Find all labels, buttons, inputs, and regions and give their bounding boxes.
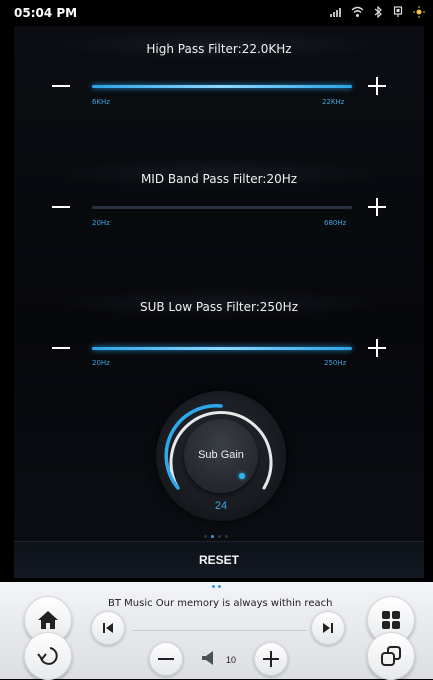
volume-up-button[interactable]	[254, 642, 288, 676]
volume-down-button[interactable]	[149, 642, 183, 676]
home-icon	[38, 611, 58, 629]
mid-band-title: MID Band Pass Filter:20Hz	[140, 172, 298, 186]
high-pass-min-label: 6KHz	[92, 98, 110, 106]
sub-low-pass-title: SUB Low Pass Filter:250Hz	[139, 300, 299, 314]
mid-band-minus-button[interactable]	[46, 192, 76, 222]
status-bar: 05:04 PM	[0, 0, 433, 26]
apps-grid-icon	[382, 611, 400, 629]
mid-band-slider[interactable]	[92, 206, 352, 209]
plus-icon	[263, 651, 279, 667]
bluetooth-icon	[374, 5, 383, 21]
recent-apps-icon	[381, 646, 401, 666]
high-pass-minus-button[interactable]	[46, 71, 76, 101]
high-pass-title: High Pass Filter:22.0KHz	[146, 42, 292, 56]
bottom-page-indicator	[212, 585, 221, 588]
reset-button[interactable]: RESET	[14, 541, 424, 578]
mid-band-plus-button[interactable]	[362, 192, 392, 222]
previous-icon	[103, 623, 113, 633]
high-pass-plus-button[interactable]	[362, 71, 392, 101]
brightness-icon	[413, 5, 425, 21]
back-icon	[37, 647, 58, 665]
track-progress[interactable]	[132, 630, 307, 631]
sub-low-pass-min-label: 20Hz	[92, 359, 110, 367]
volume-level: 10	[226, 655, 237, 665]
sub-low-pass-slider[interactable]	[92, 347, 352, 350]
sub-low-pass-slider-fill	[92, 347, 352, 350]
back-button[interactable]	[24, 632, 72, 680]
media-control-bar: BT Music Our memory is always within rea…	[0, 582, 433, 680]
sub-gain-knob[interactable]: Sub Gain 24	[156, 391, 286, 521]
sub-gain-indicator	[239, 473, 245, 479]
now-playing-text: BT Music Our memory is always within rea…	[108, 598, 333, 609]
sub-low-pass-minus-button[interactable]	[46, 333, 76, 363]
high-pass-max-label: 22KHz	[322, 98, 345, 106]
sub-low-pass-max-label: 250Hz	[324, 359, 347, 367]
next-icon	[323, 623, 333, 633]
equalizer-panel: High Pass Filter:22.0KHz 6KHz 22KHz MID …	[14, 26, 424, 578]
page-indicator	[204, 535, 228, 538]
signal-icon	[329, 6, 341, 21]
sub-gain-value: 24	[214, 500, 228, 512]
next-track-button[interactable]	[311, 611, 345, 645]
minus-icon	[158, 658, 174, 660]
mid-band-max-label: 680Hz	[324, 219, 347, 227]
status-time: 05:04 PM	[14, 6, 78, 20]
mid-band-min-label: 20Hz	[92, 219, 110, 227]
high-pass-slider[interactable]	[92, 85, 352, 88]
sub-gain-label: Sub Gain	[198, 449, 244, 461]
previous-track-button[interactable]	[91, 611, 125, 645]
usb-icon	[393, 5, 403, 21]
sub-low-pass-plus-button[interactable]	[362, 333, 392, 363]
recent-apps-button[interactable]	[367, 632, 415, 680]
wifi-icon	[351, 6, 364, 21]
high-pass-slider-fill	[92, 85, 352, 88]
volume-icon	[200, 650, 216, 671]
